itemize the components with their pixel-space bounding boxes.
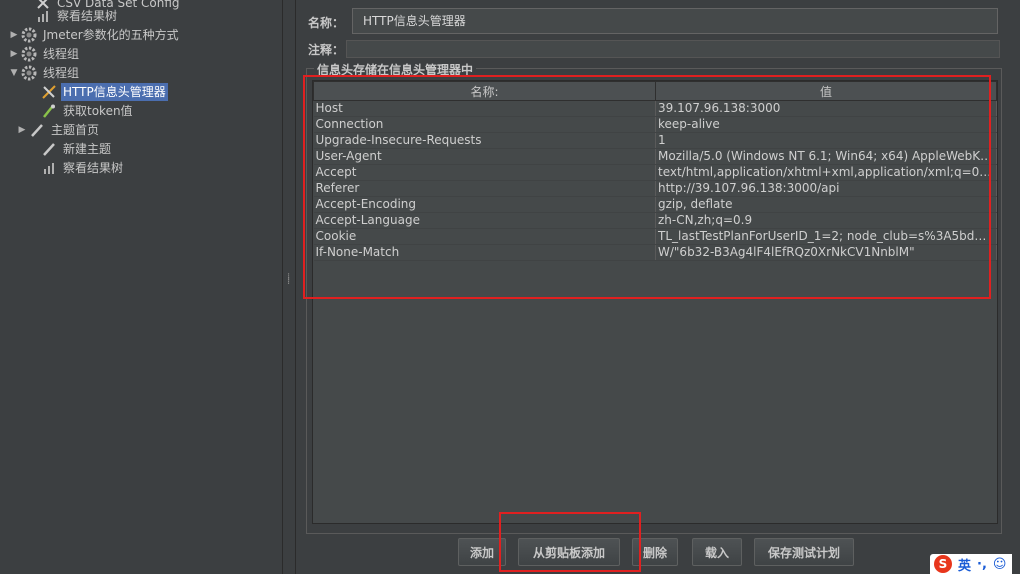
add-button[interactable]: 添加 <box>458 538 506 566</box>
header-name-cell[interactable]: Referer <box>313 180 656 197</box>
comment-field[interactable] <box>346 40 1000 58</box>
table-header-row: 名称: 值 <box>313 81 997 101</box>
tree-item-label: 线程组 <box>43 47 80 61</box>
add-from-clipboard-button[interactable]: 从剪贴板添加 <box>518 538 620 566</box>
header-name-cell[interactable]: Cookie <box>313 228 656 245</box>
header-value-cell[interactable]: Mozilla/5.0 (Windows NT 6.1; Win64; x64)… <box>655 148 997 165</box>
tree-item[interactable]: HTTP信息头管理器 <box>28 83 168 101</box>
tree-item-label: 主题首页 <box>51 123 100 137</box>
header-value-cell[interactable]: TL_lastTestPlanForUserID_1=2; node_club=… <box>655 228 997 245</box>
chart-icon <box>34 7 52 25</box>
tree-item-label: 线程组 <box>43 66 80 80</box>
headers-table[interactable]: 名称: 值 Host 39.107.96.138:3000 Connection ke… <box>312 80 998 524</box>
comment-label: 注释： <box>308 43 345 57</box>
header-value-cell[interactable]: 39.107.96.138:3000 <box>655 100 997 117</box>
header-value-cell[interactable]: zh-CN,zh;q=0.9 <box>655 212 997 229</box>
header-name-cell[interactable]: Host <box>313 100 656 117</box>
name-label: 名称： <box>308 16 345 30</box>
tree-item-label: 新建主题 <box>63 142 112 156</box>
ime-mode[interactable]: 英 <box>958 555 971 574</box>
load-button[interactable]: 载入 <box>692 538 742 566</box>
header-name-cell[interactable]: Connection <box>313 116 656 133</box>
table-row[interactable]: Cookie TL_lastTestPlanForUserID_1=2; node… <box>313 228 997 245</box>
header-name-cell[interactable]: If-None-Match <box>313 244 656 261</box>
ime-punctuation[interactable]: ·, <box>977 557 987 572</box>
gear-icon <box>20 26 38 44</box>
table-row[interactable]: Referer http://39.107.96.138:3000/api <box>313 180 997 197</box>
table-row[interactable]: Connection keep-alive <box>313 116 997 133</box>
collapse-arrow-icon[interactable]: ▼ <box>8 64 20 82</box>
headers-group-title: 信息头存储在信息头管理器中 <box>314 61 477 78</box>
table-row[interactable]: User-Agent Mozilla/5.0 (Windows NT 6.1; W… <box>313 148 997 165</box>
chart-icon <box>40 159 58 177</box>
header-value-cell[interactable]: 1 <box>655 132 997 149</box>
delete-button[interactable]: 删除 <box>632 538 678 566</box>
tree-item-label: HTTP信息头管理器 <box>61 83 168 101</box>
test-plan-tree[interactable]: CSV Data Set Config 察看结果树 ▶ Jmeter参数化的五种方式 ▶… <box>0 0 282 574</box>
table-row[interactable]: Upgrade-Insecure-Requests 1 <box>313 132 997 149</box>
expand-arrow-icon[interactable]: ▶ <box>8 45 20 63</box>
tree-item-label: Jmeter参数化的五种方式 <box>43 28 179 42</box>
splitter-handle[interactable]: ⁞ ⁞ <box>282 0 296 574</box>
header-value-cell[interactable]: keep-alive <box>655 116 997 133</box>
table-row[interactable]: Host 39.107.96.138:3000 <box>313 100 997 117</box>
table-row[interactable]: If-None-Match W/"6b32-B3Ag4lF4lEfRQz0XrNk… <box>313 244 997 261</box>
tree-item-label: 获取token值 <box>63 104 133 118</box>
tree-item-label: 察看结果树 <box>57 9 118 23</box>
header-value-cell[interactable]: text/html,application/xhtml+xml,applicat… <box>655 164 997 181</box>
tree-item[interactable]: ▶ 主题首页 <box>16 121 101 139</box>
tree-item-label: 察看结果树 <box>63 161 124 175</box>
sogou-logo-icon: S <box>934 555 952 573</box>
header-name-cell[interactable]: Upgrade-Insecure-Requests <box>313 132 656 149</box>
sampler-icon <box>28 121 46 139</box>
column-header-name[interactable]: 名称: <box>313 81 656 101</box>
column-header-value[interactable]: 值 <box>655 81 997 101</box>
name-field[interactable]: HTTP信息头管理器 <box>352 8 998 34</box>
tree-item[interactable]: 获取token值 <box>28 102 135 120</box>
header-value-cell[interactable]: http://39.107.96.138:3000/api <box>655 180 997 197</box>
sampler-icon <box>40 140 58 158</box>
expand-arrow-icon[interactable]: ▶ <box>16 121 28 139</box>
extractor-icon <box>40 102 58 120</box>
header-name-cell[interactable]: Accept-Language <box>313 212 656 229</box>
tree-item[interactable]: 察看结果树 <box>22 7 119 25</box>
header-value-cell[interactable]: gzip, deflate <box>655 196 997 213</box>
header-name-cell[interactable]: User-Agent <box>313 148 656 165</box>
ime-indicator[interactable]: S 英 ·, ☺ <box>930 554 1013 574</box>
table-row[interactable]: Accept-Encoding gzip, deflate <box>313 196 997 213</box>
header-manager-panel: 名称： HTTP信息头管理器 注释： 信息头存储在信息头管理器中 名称: 值 H… <box>296 0 1020 574</box>
gear-icon <box>20 45 38 63</box>
wrench-icon <box>40 83 58 101</box>
table-row[interactable]: Accept text/html,application/xhtml+xml,ap… <box>313 164 997 181</box>
tree-item[interactable]: ▼ 线程组 <box>8 64 81 82</box>
tree-item[interactable]: ▶ Jmeter参数化的五种方式 <box>8 26 181 44</box>
header-value-cell[interactable]: W/"6b32-B3Ag4lF4lEfRQz0XrNkCV1NnblM" <box>655 244 997 261</box>
gear-icon <box>20 64 38 82</box>
table-row[interactable]: Accept-Language zh-CN,zh;q=0.9 <box>313 212 997 229</box>
tree-item[interactable]: ▶ 线程组 <box>8 45 81 63</box>
save-test-plan-button[interactable]: 保存测试计划 <box>754 538 854 566</box>
ime-emoji-icon[interactable]: ☺ <box>993 557 1007 572</box>
tree-item[interactable]: 新建主题 <box>28 140 113 158</box>
expand-arrow-icon[interactable]: ▶ <box>8 26 20 44</box>
header-name-cell[interactable]: Accept-Encoding <box>313 196 656 213</box>
splitter-grip-icon: ⁞ ⁞ <box>287 272 291 287</box>
tree-item[interactable]: 察看结果树 <box>28 159 125 177</box>
header-name-cell[interactable]: Accept <box>313 164 656 181</box>
